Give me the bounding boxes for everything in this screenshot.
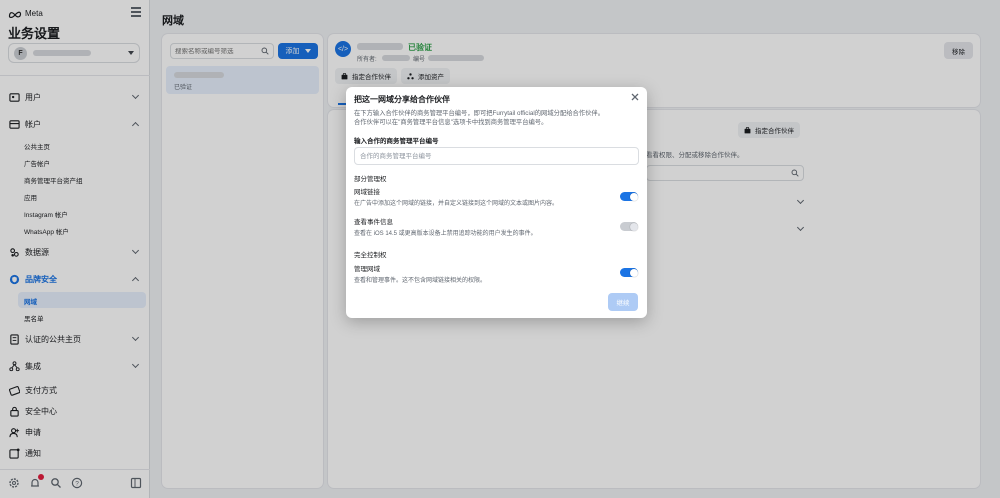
toggle-knob xyxy=(629,268,638,277)
dialog-description: 在下方输入合作伙伴的商务管理平台编号，即可把Furrytail official… xyxy=(354,109,639,127)
perm-domain-link-title: 网域链接 xyxy=(354,189,380,196)
close-icon[interactable] xyxy=(630,92,640,102)
perm-manage-domain-title: 管理网域 xyxy=(354,266,380,273)
partner-id-label: 输入合作的商务管理平台编号 xyxy=(354,138,439,145)
perm-domain-link-desc: 在广告中添加这个网域的链接，并自定义链接到这个网域的文本或图片内容。 xyxy=(354,201,559,207)
full-control-heading: 完全控制权 xyxy=(354,252,387,259)
toggle-knob xyxy=(629,222,638,231)
domain-link-toggle[interactable] xyxy=(620,192,638,201)
perm-view-events-title: 查看事件信息 xyxy=(354,219,393,226)
partial-access-heading: 部分管理权 xyxy=(354,176,387,183)
view-events-toggle[interactable] xyxy=(620,222,638,231)
toggle-knob xyxy=(629,192,638,201)
perm-manage-domain-desc: 查看和管理事件。这不包含网域链接相关的权限。 xyxy=(354,278,487,284)
dialog-description-line: 在下方输入合作伙伴的商务管理平台编号，即可把Furrytail official… xyxy=(354,110,605,117)
share-domain-dialog: 把这一网域分享给合作伙伴 在下方输入合作伙伴的商务管理平台编号，即可把Furry… xyxy=(346,87,647,318)
partner-id-input[interactable] xyxy=(354,147,639,165)
continue-button[interactable]: 继续 xyxy=(608,293,638,311)
dialog-description-line: 合作伙伴可以在"商务管理平台信息"选项卡中找到商务管理平台编号。 xyxy=(354,119,548,126)
dialog-title: 把这一网域分享给合作伙伴 xyxy=(354,95,450,104)
manage-domain-toggle[interactable] xyxy=(620,268,638,277)
perm-view-events-desc: 查看在 iOS 14.5 或更高版本设备上禁用追踪功能的用户发生的事件。 xyxy=(354,231,537,237)
